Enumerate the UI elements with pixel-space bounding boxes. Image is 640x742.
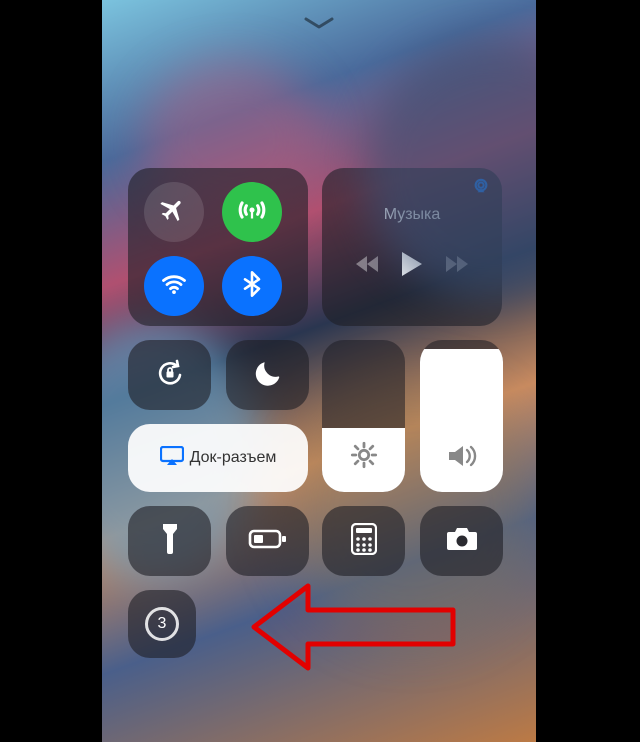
airplane-mode-toggle[interactable]	[144, 182, 204, 242]
flashlight-button[interactable]	[128, 506, 211, 576]
airplay-video-icon	[160, 446, 184, 471]
dismiss-chevron-icon[interactable]	[303, 16, 335, 30]
brightness-slider[interactable]	[322, 340, 405, 492]
airplane-icon	[160, 196, 188, 229]
wifi-icon	[160, 270, 188, 303]
do-not-disturb-toggle[interactable]	[226, 340, 309, 410]
record-countdown-label: 3	[158, 615, 167, 633]
battery-icon	[248, 527, 288, 556]
screen-mirroring-tile[interactable]: Док-разъем	[128, 424, 308, 492]
play-button[interactable]	[402, 252, 422, 276]
screen-record-icon: 3	[145, 607, 179, 641]
annotation-arrow	[248, 580, 458, 674]
volume-icon	[447, 443, 477, 474]
calculator-button[interactable]	[322, 506, 405, 576]
bluetooth-icon	[238, 270, 266, 303]
brightness-icon	[350, 441, 378, 474]
cellular-data-toggle[interactable]	[222, 182, 282, 242]
orientation-lock-icon	[154, 357, 186, 394]
bluetooth-toggle[interactable]	[222, 256, 282, 316]
media-title: Музыка	[336, 206, 488, 224]
moon-icon	[252, 357, 284, 394]
connectivity-group[interactable]	[128, 168, 308, 326]
calculator-icon	[351, 523, 377, 560]
camera-icon	[445, 526, 479, 557]
wifi-toggle[interactable]	[144, 256, 204, 316]
volume-slider[interactable]	[420, 340, 503, 492]
camera-button[interactable]	[420, 506, 503, 576]
low-power-mode-button[interactable]	[226, 506, 309, 576]
previous-track-button[interactable]	[356, 256, 378, 272]
media-playback-tile[interactable]: Музыка	[322, 168, 502, 326]
screen-mirroring-label: Док-разъем	[190, 449, 277, 467]
cellular-icon	[235, 193, 269, 232]
flashlight-icon	[160, 522, 180, 561]
airplay-audio-icon	[472, 178, 490, 199]
next-track-button[interactable]	[446, 256, 468, 272]
control-center-screen: Музыка	[102, 0, 536, 742]
screen-record-button[interactable]: 3	[128, 590, 196, 658]
orientation-lock-toggle[interactable]	[128, 340, 211, 410]
